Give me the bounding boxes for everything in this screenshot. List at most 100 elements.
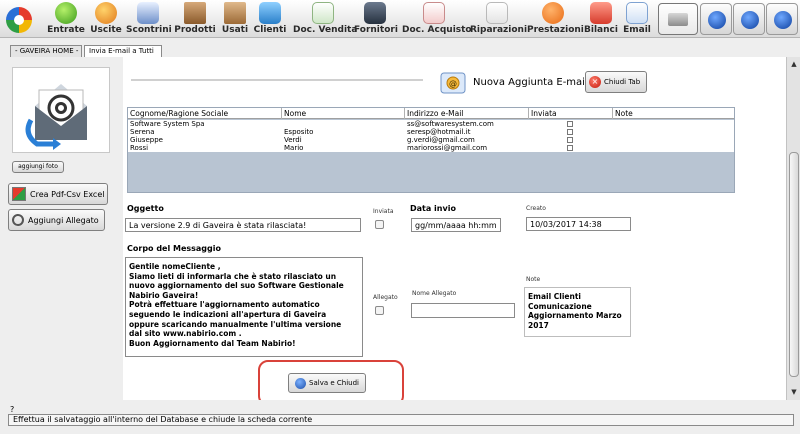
- scroll-down-icon[interactable]: ▼: [789, 387, 799, 397]
- document-out-icon: [312, 2, 334, 24]
- toolbar-riparazioni-button[interactable]: Riparazioni: [470, 1, 527, 37]
- receipt-icon: [137, 2, 159, 24]
- subject-input[interactable]: La versione 2.9 di Gaveira è stata rilas…: [125, 218, 361, 232]
- main-toolbar: Entrate Uscite Scontrini Prodotti Usati …: [0, 0, 800, 38]
- cell-email: g.verdi@gmail.com: [407, 136, 475, 144]
- toolbar-prestazioni-button[interactable]: Prestazioni: [527, 1, 584, 37]
- close-tab-button[interactable]: × Chiudi Tab: [585, 71, 647, 93]
- add-attachment-button[interactable]: Aggiungi Allegato: [8, 209, 105, 231]
- toolbar-usati-button[interactable]: Usati: [219, 1, 251, 37]
- svg-text:@: @: [449, 79, 457, 88]
- cell-email: seresp@hotmail.it: [407, 128, 471, 136]
- recipients-table: Cognome/Ragione Sociale Nome Indirizzo e…: [127, 107, 735, 193]
- printer-button[interactable]: [658, 3, 698, 35]
- subject-label: Oggetto: [127, 204, 164, 213]
- add-photo-button[interactable]: aggiungi foto: [12, 161, 64, 173]
- email-form-panel: @ Nuova Aggiunta E-mail × Chiudi Tab Cog…: [123, 57, 786, 406]
- body-line: oppure scaricando manualmente l'ultima v…: [129, 319, 342, 329]
- email-icon: [626, 2, 648, 24]
- services-icon: [542, 2, 564, 24]
- body-line: Gentile nomeCliente ,: [129, 262, 221, 271]
- send-date-label: Data invio: [410, 204, 456, 213]
- tab-invia-email[interactable]: Invia E-mail a Tutti: [84, 45, 162, 57]
- scroll-up-icon[interactable]: ▲: [789, 59, 799, 69]
- sent-checkbox[interactable]: [567, 129, 573, 135]
- body-line: Buon Aggiornamento dal Team Nabirio!: [129, 338, 296, 348]
- toolbar-scontrini-button[interactable]: Scontrini: [126, 1, 172, 37]
- pdf-csv-icon: [12, 187, 26, 201]
- message-body-textarea[interactable]: Gentile nomeCliente , Siamo lieti di inf…: [125, 257, 363, 357]
- attachment-name-label: Nome Allegato: [412, 290, 457, 297]
- toolbar-doc-acquisto-button[interactable]: Doc. Acquisto: [402, 1, 472, 37]
- toolbar-uscite-button[interactable]: Uscite: [88, 1, 124, 37]
- new-email-icon: @: [440, 72, 466, 94]
- app-logo-icon: [6, 7, 32, 33]
- sent-label: Inviata: [373, 208, 394, 215]
- note-line: Aggiornamento Marzo: [528, 311, 622, 321]
- clients-icon: [259, 2, 281, 24]
- save-and-close-button[interactable]: Salva e Chiudi: [288, 373, 366, 393]
- sent-checkbox[interactable]: [567, 145, 573, 151]
- suppliers-icon: [364, 2, 386, 24]
- attachment-name-input[interactable]: [411, 303, 515, 318]
- column-header-email[interactable]: Indirizzo e-Mail: [405, 108, 529, 119]
- status-bar: Effettua il salvataggio all'interno del …: [8, 414, 794, 426]
- note-line: Email Clienti: [528, 292, 581, 301]
- table-row[interactable]: Giuseppe Verdi g.verdi@gmail.com: [128, 136, 734, 144]
- scroll-thumb[interactable]: [789, 152, 799, 377]
- column-header-note[interactable]: Note: [613, 108, 734, 119]
- cell-name: [282, 120, 405, 128]
- toolbar-bilanci-button[interactable]: Bilanci: [582, 1, 620, 37]
- message-body-label: Corpo del Messaggio: [127, 244, 221, 253]
- left-panel: aggiungi foto Crea Pdf-Csv Excel Aggiung…: [0, 57, 123, 400]
- toolbar-entrate-button[interactable]: Entrate: [46, 1, 86, 37]
- page-title: Nuova Aggiunta E-mail: [473, 77, 588, 88]
- toolbar-prodotti-button[interactable]: Prodotti: [174, 1, 216, 37]
- coin-green-icon: [55, 2, 77, 24]
- save-icon: [295, 377, 307, 389]
- status-marker: ?: [10, 405, 15, 414]
- attached-checkbox[interactable]: [375, 306, 384, 315]
- minimize-icon: [741, 11, 759, 29]
- settings-button[interactable]: [700, 3, 732, 35]
- balance-icon: [590, 2, 612, 24]
- body-line: seguendo le indicazioni all'apertura di …: [129, 309, 327, 319]
- body-line: Potrà effettuare l'aggiornamento automat…: [129, 300, 320, 310]
- body-line: nuovo aggiornamento del suo Software Ges…: [129, 281, 344, 291]
- cell-surname: Software System Spa: [130, 120, 205, 128]
- toolbar-fornitori-button[interactable]: Fornitori: [354, 1, 398, 37]
- column-header-sent[interactable]: Inviata: [529, 108, 613, 119]
- sent-checkbox-form[interactable]: [375, 220, 384, 229]
- repair-icon: [486, 2, 508, 24]
- tab-home[interactable]: - GAVEIRA HOME -: [10, 45, 82, 57]
- sent-checkbox[interactable]: [567, 121, 573, 127]
- sent-checkbox[interactable]: [567, 137, 573, 143]
- printer-icon: [668, 13, 688, 26]
- minimize-button[interactable]: [733, 3, 765, 35]
- box-icon: [224, 2, 246, 24]
- header-separator: [131, 79, 423, 81]
- toolbar-email-button[interactable]: Email: [622, 1, 652, 37]
- cell-name: Esposito: [284, 128, 314, 136]
- table-row[interactable]: Serena Esposito seresp@hotmail.it: [128, 128, 734, 136]
- table-row[interactable]: Software System Spa ss@softwaresystem.co…: [128, 120, 734, 128]
- note-line: 2017: [528, 320, 549, 330]
- power-button[interactable]: [766, 3, 798, 35]
- table-row[interactable]: Rossi Mario mariorossi@gmail.com: [128, 144, 734, 152]
- created-label: Creato: [526, 205, 546, 212]
- coin-red-icon: [95, 2, 117, 24]
- column-header-surname[interactable]: Cognome/Ragione Sociale: [128, 108, 282, 119]
- toolbar-clienti-button[interactable]: Clienti: [253, 1, 287, 37]
- note-textarea[interactable]: Email Clienti Comunicazione Aggiornament…: [524, 287, 631, 337]
- column-header-name[interactable]: Nome: [282, 108, 405, 119]
- send-date-input[interactable]: gg/mm/aaaa hh:mm: [411, 218, 501, 232]
- table-header: Cognome/Ragione Sociale Nome Indirizzo e…: [128, 108, 734, 119]
- export-pdf-csv-button[interactable]: Crea Pdf-Csv Excel: [8, 183, 108, 205]
- body-line: Nabirio Gaveira!: [129, 290, 199, 300]
- cell-name: Mario: [284, 144, 304, 152]
- toolbar-doc-vendita-button[interactable]: Doc. Vendita: [293, 1, 357, 37]
- status-area: ? Effettua il salvataggio all'interno de…: [0, 400, 800, 434]
- paperclip-icon: [9, 211, 27, 229]
- vertical-scrollbar[interactable]: ▲ ▼: [786, 57, 800, 400]
- cell-name: Verdi: [284, 136, 302, 144]
